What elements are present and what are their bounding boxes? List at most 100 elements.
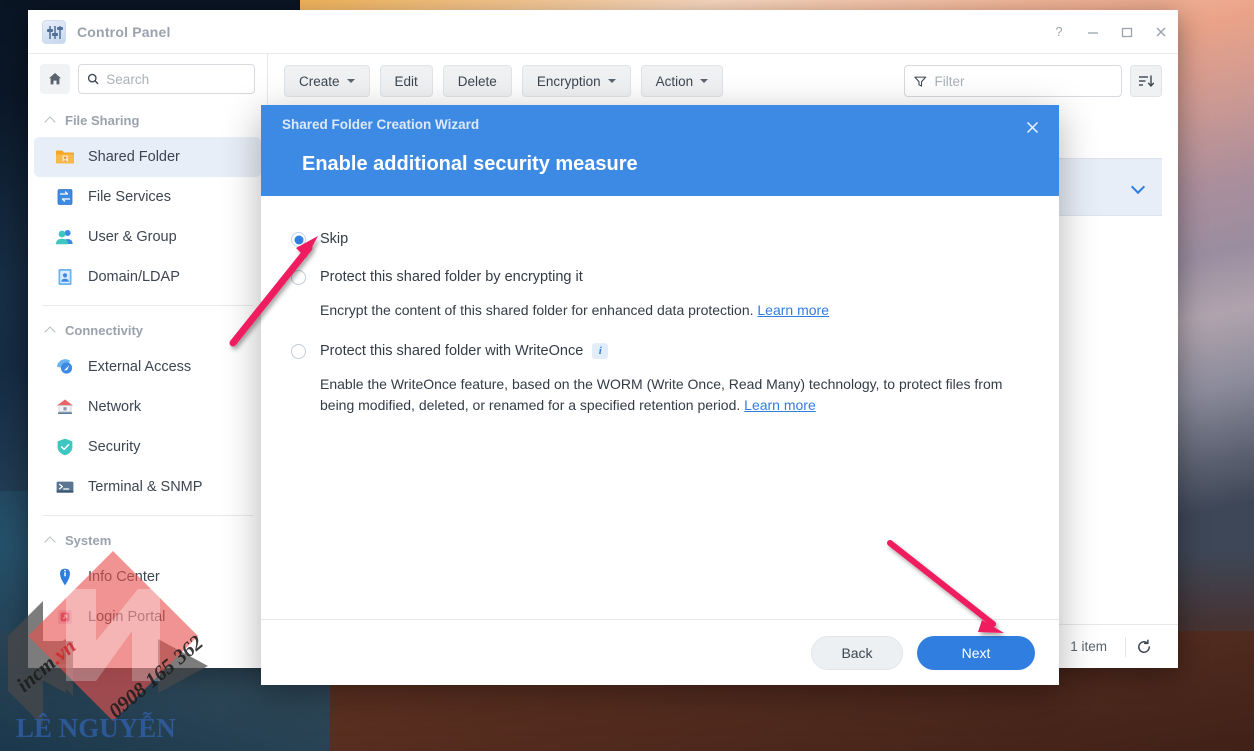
terminal-snmp-icon bbox=[54, 476, 76, 498]
sidebar-item-login-portal[interactable]: Login Portal bbox=[34, 597, 261, 637]
home-icon[interactable] bbox=[40, 64, 70, 94]
dialog-footer: Back Next bbox=[261, 619, 1059, 685]
refresh-icon[interactable] bbox=[1126, 634, 1162, 660]
sidebar-item-terminal-snmp[interactable]: Terminal & SNMP bbox=[34, 467, 261, 507]
delete-button-label: Delete bbox=[457, 73, 497, 89]
shared-folder-icon bbox=[54, 146, 76, 168]
sidebar-item-network[interactable]: Network bbox=[34, 387, 261, 427]
create-button[interactable]: Create bbox=[284, 65, 370, 97]
option-skip[interactable]: Skip bbox=[291, 230, 1029, 248]
toolbar: Create Edit Delete Encryption Action bbox=[268, 54, 1178, 108]
edit-button-label: Edit bbox=[394, 73, 418, 89]
radio-encrypt[interactable] bbox=[291, 270, 306, 285]
sidebar-item-security[interactable]: Security bbox=[34, 427, 261, 467]
sidebar-search-row bbox=[28, 54, 267, 104]
search-icon bbox=[87, 73, 99, 85]
sidebar-group-label: Connectivity bbox=[65, 323, 144, 338]
minimize-button[interactable] bbox=[1076, 10, 1110, 54]
filter-field-wrapper[interactable] bbox=[904, 65, 1122, 97]
dialog-subtitle: Shared Folder Creation Wizard bbox=[282, 117, 480, 132]
learn-more-link-encrypt[interactable]: Learn more bbox=[757, 302, 829, 318]
sidebar-item-label: Info Center bbox=[88, 569, 160, 585]
encryption-button-label: Encryption bbox=[536, 73, 601, 89]
sidebar-item-label: Domain/LDAP bbox=[88, 269, 180, 285]
sidebar-item-shared-folder[interactable]: Shared Folder bbox=[34, 137, 261, 177]
search-input[interactable] bbox=[106, 71, 246, 87]
sidebar-item-external-access[interactable]: External Access bbox=[34, 347, 261, 387]
sidebar-item-info-center[interactable]: Info Center bbox=[34, 557, 261, 597]
option-skip-label: Skip bbox=[320, 231, 349, 247]
search-field-wrapper[interactable] bbox=[78, 64, 255, 94]
sidebar-item-label: Login Portal bbox=[88, 609, 166, 625]
sidebar-group-label: File Sharing bbox=[65, 113, 140, 128]
sidebar-item-label: User & Group bbox=[88, 229, 177, 245]
sidebar-item-extra[interactable] bbox=[34, 637, 261, 668]
item-count-label: 1 item bbox=[1052, 636, 1126, 657]
learn-more-link-writeonce[interactable]: Learn more bbox=[744, 397, 816, 413]
file-services-icon bbox=[54, 186, 76, 208]
action-button-label: Action bbox=[655, 73, 694, 89]
back-button[interactable]: Back bbox=[811, 635, 903, 670]
chevron-down-icon bbox=[346, 79, 355, 83]
svg-text:?: ? bbox=[1055, 25, 1062, 39]
sidebar-group-file-sharing[interactable]: File Sharing bbox=[28, 104, 267, 137]
option-writeonce[interactable]: Protect this shared folder with WriteOnc… bbox=[291, 342, 1029, 360]
sort-descending-icon[interactable] bbox=[1130, 65, 1162, 97]
titlebar-left: Control Panel bbox=[28, 10, 1178, 54]
info-icon[interactable]: i bbox=[592, 343, 609, 360]
network-icon bbox=[54, 396, 76, 418]
external-access-icon bbox=[54, 356, 76, 378]
sidebar-item-label: External Access bbox=[88, 359, 192, 375]
option-writeonce-description-text: Enable the WriteOnce feature, based on t… bbox=[320, 376, 1003, 413]
sidebar-group-label: System bbox=[65, 533, 112, 548]
dialog-body: Skip Protect this shared folder by encry… bbox=[261, 196, 1059, 619]
chevron-down-icon[interactable] bbox=[1133, 182, 1144, 193]
sidebar-item-label: Network bbox=[88, 399, 142, 415]
option-writeonce-label-wrap: Protect this shared folder with WriteOnc… bbox=[320, 342, 609, 360]
delete-button[interactable]: Delete bbox=[442, 65, 512, 97]
sidebar-item-label: File Services bbox=[88, 189, 171, 205]
help-button[interactable]: ? bbox=[1042, 10, 1076, 54]
sidebar-item-label: Security bbox=[88, 439, 141, 455]
security-shield-icon bbox=[54, 436, 76, 458]
sidebar-item-domain-ldap[interactable]: Domain/LDAP bbox=[34, 257, 261, 297]
next-button[interactable]: Next bbox=[917, 635, 1035, 670]
sidebar: File Sharing Shared Folder bbox=[28, 54, 268, 668]
control-panel-icon bbox=[42, 20, 66, 44]
window-controls: ? bbox=[1042, 10, 1178, 54]
domain-ldap-icon bbox=[54, 266, 76, 288]
info-center-icon bbox=[54, 566, 76, 588]
option-encrypt-description-text: Encrypt the content of this shared folde… bbox=[320, 302, 754, 318]
encryption-button[interactable]: Encryption bbox=[521, 65, 631, 97]
shared-folder-creation-wizard-dialog: Shared Folder Creation Wizard Enable add… bbox=[261, 105, 1059, 685]
radio-writeonce[interactable] bbox=[291, 344, 306, 359]
chevron-up-icon bbox=[46, 326, 55, 335]
sidebar-group-system[interactable]: System bbox=[28, 524, 267, 557]
option-writeonce-label: Protect this shared folder with WriteOnc… bbox=[320, 343, 584, 359]
action-button[interactable]: Action bbox=[640, 65, 724, 97]
filter-input[interactable] bbox=[934, 73, 1112, 89]
filter-funnel-icon bbox=[914, 76, 927, 87]
dialog-title: Enable additional security measure bbox=[302, 153, 638, 175]
chevron-up-icon bbox=[46, 116, 55, 125]
close-icon[interactable] bbox=[1017, 113, 1047, 141]
maximize-button[interactable] bbox=[1110, 10, 1144, 54]
option-encrypt[interactable]: Protect this shared folder by encrypting… bbox=[291, 268, 1029, 286]
option-encrypt-description: Encrypt the content of this shared folde… bbox=[320, 300, 1020, 321]
user-group-icon bbox=[54, 226, 76, 248]
sidebar-divider bbox=[42, 515, 253, 516]
dialog-header: Shared Folder Creation Wizard Enable add… bbox=[261, 105, 1059, 196]
option-writeonce-description: Enable the WriteOnce feature, based on t… bbox=[320, 374, 1020, 416]
edit-button[interactable]: Edit bbox=[379, 65, 433, 97]
sidebar-item-file-services[interactable]: File Services bbox=[34, 177, 261, 217]
sidebar-item-label: Terminal & SNMP bbox=[88, 479, 203, 495]
sidebar-item-user-group[interactable]: User & Group bbox=[34, 217, 261, 257]
option-encrypt-label: Protect this shared folder by encrypting… bbox=[320, 269, 583, 285]
toolbar-right bbox=[904, 65, 1162, 97]
close-button[interactable] bbox=[1144, 10, 1178, 54]
radio-skip[interactable] bbox=[291, 232, 306, 247]
login-portal-icon bbox=[54, 606, 76, 628]
sidebar-group-connectivity[interactable]: Connectivity bbox=[28, 314, 267, 347]
